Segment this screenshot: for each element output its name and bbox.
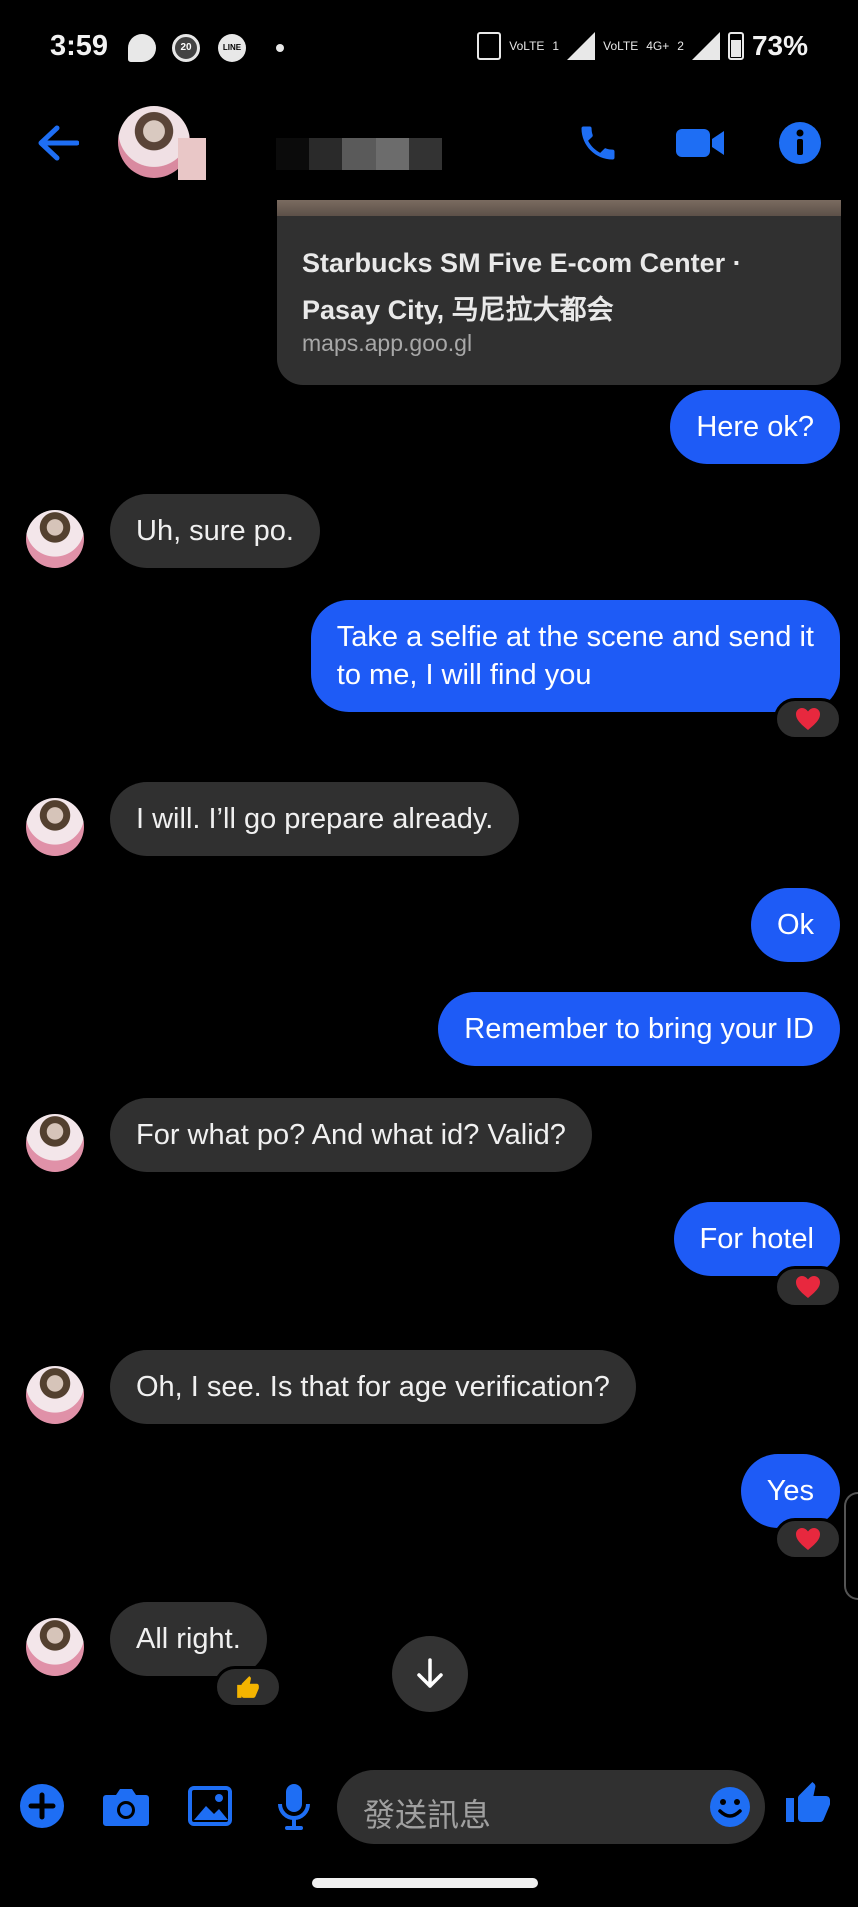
voice-message-button[interactable] [266,1778,322,1834]
thumbs-up-icon [237,1676,259,1698]
line-notification-icon: LINE [218,34,246,62]
send-like-button[interactable] [780,1774,836,1830]
volte-label-2: VoLTE [603,39,639,53]
link-title-line-1: Starbucks SM Five E-com Center · [302,248,742,278]
incoming-message[interactable]: All right. [110,1602,267,1676]
message-input-placeholder: 發送訊息 [363,1796,492,1834]
arrow-down-icon [417,1658,443,1688]
outgoing-message[interactable]: For hotel [673,1202,840,1276]
heart-icon [796,708,820,730]
incoming-message[interactable]: Uh, sure po. [110,494,320,568]
location-link-card[interactable]: Starbucks SM Five E-com Center · Pasay C… [277,200,841,385]
sim-2-label: 2 [677,39,684,53]
heart-icon [796,1528,820,1550]
link-url: maps.app.goo.gl [302,330,473,356]
gallery-button[interactable] [182,1778,238,1834]
scroll-to-bottom-button[interactable] [392,1636,468,1712]
video-call-button[interactable] [672,118,728,168]
calendar-notification-icon: 20 [172,34,200,62]
sender-avatar[interactable] [26,1366,84,1424]
more-actions-button[interactable] [14,1778,70,1834]
outgoing-message[interactable]: Yes [740,1454,840,1528]
incoming-message[interactable]: For what po? And what id? Valid? [110,1098,592,1172]
camera-button[interactable] [98,1778,154,1834]
system-icons: VoLTE 1 VoLTE 4G+ 2 73% [477,30,808,62]
back-button[interactable] [30,118,86,168]
outgoing-message[interactable]: Here ok? [670,390,840,464]
message-input[interactable]: 發送訊息 [337,1770,765,1844]
message-list[interactable]: Starbucks SM Five E-com Center · Pasay C… [0,186,858,1746]
home-indicator[interactable] [312,1878,538,1888]
camera-icon [103,1789,149,1826]
phone-icon [581,126,615,160]
heart-icon [796,1276,820,1298]
sender-avatar[interactable] [26,798,84,856]
sim-1-label: 1 [552,39,560,53]
volte-label-1: VoLTE [509,39,545,53]
arrow-left-icon [38,125,79,161]
battery-percent: 73% [751,30,808,61]
more-notifications-dot [276,44,284,52]
outgoing-message[interactable]: Remember to bring your ID [438,992,840,1066]
contact-name-redacted[interactable] [276,138,443,170]
messenger-notification-icon [128,34,156,62]
image-icon [188,1786,232,1826]
sender-avatar[interactable] [26,1114,84,1172]
heart-reaction[interactable] [774,1518,842,1560]
voice-call-button[interactable] [570,118,626,168]
side-panel-handle[interactable] [844,1492,858,1600]
sender-avatar[interactable] [26,1618,84,1676]
incoming-message[interactable]: Oh, I see. Is that for age verification? [110,1350,636,1424]
conversation-info-button[interactable] [772,118,828,168]
thumbs-up-icon [786,1782,830,1822]
status-time: 3:59 [50,30,109,62]
plus-circle-icon [20,1784,64,1828]
thumbs-up-reaction[interactable] [214,1666,282,1708]
outgoing-message[interactable]: Ok [750,888,840,962]
outgoing-message[interactable]: Take a selfie at the scene and send it t… [310,600,840,712]
message-line: Take a selfie at the scene and send it [336,621,814,653]
incoming-message[interactable]: I will. I’ll go prepare already. [110,782,520,856]
info-icon [779,122,821,164]
message-line: to me, I will find you [336,659,592,691]
redacted-block [178,138,206,180]
sender-avatar[interactable] [26,510,84,568]
vibrate-icon [477,32,502,60]
signal-1-icon [567,32,596,60]
link-preview-image [277,200,841,216]
link-title-line-2: Pasay City, 马尼拉大都会 [302,295,614,325]
emoji-icon[interactable] [709,1786,751,1828]
heart-reaction[interactable] [774,1266,842,1308]
microphone-icon [278,1784,310,1830]
heart-reaction[interactable] [774,698,842,740]
video-camera-icon [676,129,724,157]
battery-icon [727,32,744,60]
status-bar: 3:59 20 LINE VoLTE 1 VoLTE 4G+ 2 73% [0,0,858,100]
message-composer: 發送訊息 [0,1750,858,1860]
network-type-label: 4G+ [646,39,670,53]
signal-2-icon [691,32,720,60]
conversation-header [0,100,858,186]
